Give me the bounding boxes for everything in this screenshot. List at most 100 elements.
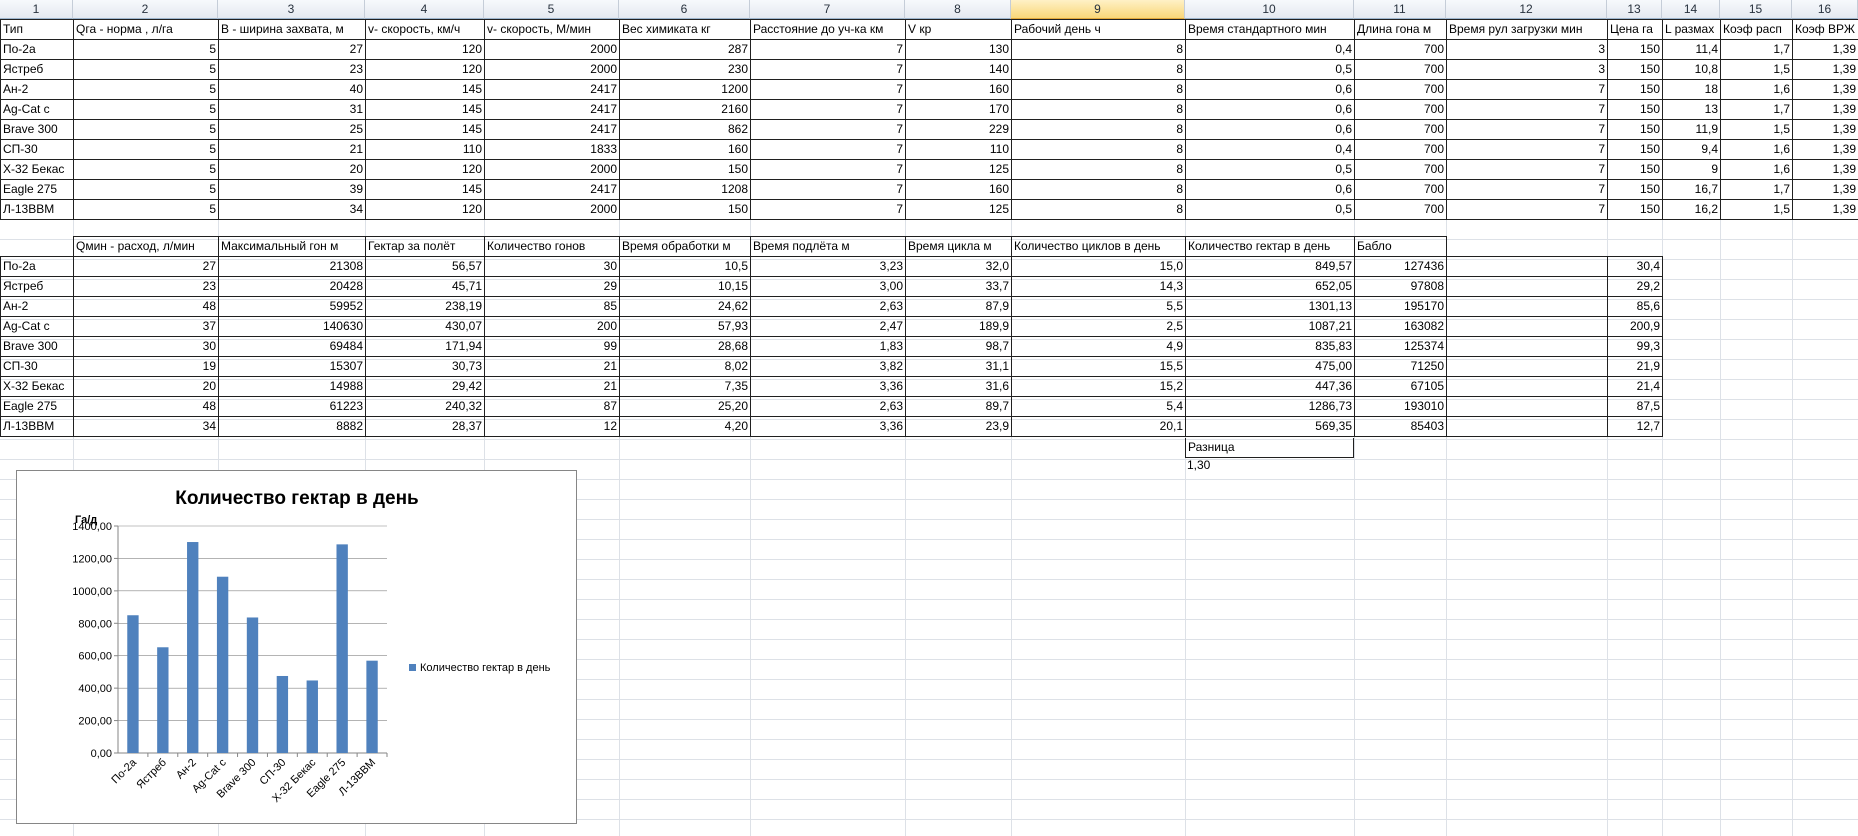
data-cell[interactable]: 9,4 (1662, 139, 1721, 160)
data-cell[interactable]: 33,7 (905, 276, 1012, 297)
header-cell[interactable]: Тип (0, 19, 74, 40)
data-cell[interactable]: 8 (1011, 59, 1186, 80)
data-cell[interactable]: 5,5 (1011, 296, 1186, 317)
data-cell[interactable]: 29 (484, 276, 620, 297)
data-cell[interactable]: 7 (1446, 79, 1608, 100)
data-cell[interactable]: 150 (1607, 159, 1663, 180)
data-cell[interactable]: 1208 (619, 179, 751, 200)
data-cell[interactable]: 30 (484, 256, 620, 277)
data-cell[interactable]: 1200 (619, 79, 751, 100)
data-cell[interactable]: 34 (218, 199, 366, 220)
data-cell[interactable]: 1,5 (1720, 119, 1793, 140)
data-cell[interactable]: 3 (1446, 39, 1608, 60)
data-cell[interactable]: 20 (218, 159, 366, 180)
column-header-7[interactable]: 7 (750, 0, 905, 19)
data-cell[interactable]: 21308 (218, 256, 366, 277)
data-cell[interactable]: 21,4 (1607, 376, 1663, 397)
data-cell[interactable]: 849,57 (1185, 256, 1355, 277)
data-cell[interactable]: 150 (1607, 99, 1663, 120)
row-label-cell[interactable]: Ястреб (0, 276, 74, 297)
data-cell[interactable]: 7 (750, 99, 906, 120)
data-cell[interactable]: 23 (73, 276, 219, 297)
data-cell[interactable]: 5 (73, 199, 219, 220)
data-cell[interactable]: 11,9 (1662, 119, 1721, 140)
data-cell[interactable]: 160 (619, 139, 751, 160)
header-cell[interactable]: Время стандартного мин (1185, 19, 1355, 40)
data-cell[interactable]: 10,8 (1662, 59, 1721, 80)
data-cell[interactable]: 0,6 (1185, 179, 1355, 200)
data-cell[interactable]: 11,4 (1662, 39, 1721, 60)
row-label-cell[interactable]: СП-30 (0, 139, 74, 160)
data-cell[interactable]: 125 (905, 199, 1012, 220)
data-cell[interactable]: 1,7 (1720, 39, 1793, 60)
data-cell[interactable]: 150 (1607, 179, 1663, 200)
row-label-cell[interactable]: Ag-Cat c (0, 99, 74, 120)
data-cell[interactable]: 110 (905, 139, 1012, 160)
data-cell[interactable]: 85,6 (1607, 296, 1663, 317)
header-cell[interactable]: Длина гона м (1354, 19, 1447, 40)
data-cell[interactable]: 8 (1011, 79, 1186, 100)
data-cell[interactable]: 0,6 (1185, 79, 1355, 100)
header-cell[interactable]: Рабочий день ч (1011, 19, 1186, 40)
data-cell[interactable]: 19 (73, 356, 219, 377)
data-cell[interactable]: 125374 (1354, 336, 1447, 357)
column-header-12[interactable]: 12 (1446, 0, 1607, 19)
data-cell[interactable]: 130 (905, 39, 1012, 60)
column-header-13[interactable]: 13 (1607, 0, 1662, 19)
data-cell[interactable]: 8 (1011, 139, 1186, 160)
data-cell[interactable]: 25 (218, 119, 366, 140)
data-cell[interactable]: 0,6 (1185, 119, 1355, 140)
header-cell[interactable]: Qга - норма , л/га (73, 19, 219, 40)
data-cell[interactable]: 170 (905, 99, 1012, 120)
data-cell[interactable] (1446, 296, 1608, 317)
header-cell[interactable]: Количество гектар в день (1185, 236, 1355, 257)
column-header-4[interactable]: 4 (365, 0, 484, 19)
data-cell[interactable]: 835,83 (1185, 336, 1355, 357)
data-cell[interactable]: 5 (73, 39, 219, 60)
data-cell[interactable]: 27 (73, 256, 219, 277)
data-cell[interactable]: 23 (218, 59, 366, 80)
data-cell[interactable] (1446, 376, 1608, 397)
header-cell[interactable]: Qмин - расход, л/мин (73, 236, 219, 257)
data-cell[interactable]: 7 (1446, 199, 1608, 220)
row-label-cell[interactable]: Х-32 Бекас (0, 159, 74, 180)
column-header-3[interactable]: 3 (218, 0, 365, 19)
data-cell[interactable]: 30 (73, 336, 219, 357)
data-cell[interactable]: 27 (218, 39, 366, 60)
data-cell[interactable]: 9 (1662, 159, 1721, 180)
data-cell[interactable]: 7 (750, 139, 906, 160)
data-cell[interactable]: 5 (73, 139, 219, 160)
data-cell[interactable]: 5 (73, 119, 219, 140)
data-cell[interactable]: 1286,73 (1185, 396, 1355, 417)
data-cell[interactable] (1446, 276, 1608, 297)
data-cell[interactable]: 200,9 (1607, 316, 1663, 337)
data-cell[interactable]: 87 (484, 396, 620, 417)
data-cell[interactable]: 3,00 (750, 276, 906, 297)
data-cell[interactable]: 7 (1446, 159, 1608, 180)
data-cell[interactable]: 13 (1662, 99, 1721, 120)
data-cell[interactable]: 5 (73, 59, 219, 80)
data-cell[interactable]: 20428 (218, 276, 366, 297)
data-cell[interactable]: 0,6 (1185, 99, 1355, 120)
data-cell[interactable]: 10,5 (619, 256, 751, 277)
data-cell[interactable]: 8 (1011, 179, 1186, 200)
data-cell[interactable]: 125 (905, 159, 1012, 180)
data-cell[interactable]: 45,71 (365, 276, 485, 297)
data-cell[interactable]: 110 (365, 139, 485, 160)
header-cell[interactable]: Бабло (1354, 236, 1447, 257)
data-cell[interactable]: 30,4 (1607, 256, 1663, 277)
data-cell[interactable]: 1,39 (1792, 79, 1858, 100)
data-cell[interactable]: 171,94 (365, 336, 485, 357)
data-cell[interactable]: 16,7 (1662, 179, 1721, 200)
column-header-15[interactable]: 15 (1720, 0, 1792, 19)
data-cell[interactable]: 14988 (218, 376, 366, 397)
data-cell[interactable]: 7 (750, 199, 906, 220)
data-cell[interactable]: 3 (1446, 59, 1608, 80)
data-cell[interactable]: 18 (1662, 79, 1721, 100)
data-cell[interactable]: 12 (484, 416, 620, 437)
data-cell[interactable]: 21 (484, 356, 620, 377)
data-cell[interactable]: 99,3 (1607, 336, 1663, 357)
data-cell[interactable]: 150 (1607, 79, 1663, 100)
header-cell[interactable]: v- скорость, М/мин (484, 19, 620, 40)
data-cell[interactable]: 8882 (218, 416, 366, 437)
